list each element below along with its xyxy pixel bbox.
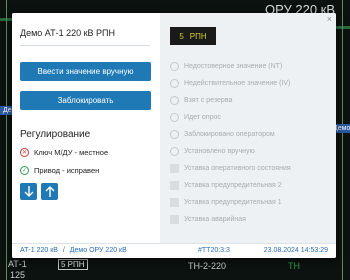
label-tn: ТН-2-220 (188, 261, 227, 271)
bus-right (336, 26, 350, 29)
divider (20, 45, 150, 46)
flag-label: Идет опрос (184, 114, 221, 121)
flag-label: Уставка предупредительная 2 (184, 182, 282, 189)
line (342, 0, 343, 280)
manual-input-button[interactable]: Ввести значение вручную (20, 62, 151, 81)
flag-icon (170, 62, 179, 71)
rpn-value: 5 (179, 31, 184, 41)
flag-icon (170, 79, 179, 88)
flag-label: Уставка предупредительная 1 (184, 199, 282, 206)
flag-icon (170, 130, 179, 139)
flag-item: Заблокировано оператором (170, 130, 275, 139)
flag-label: Уставка оперативного состояния (184, 165, 291, 172)
flag-item: Уставка предупредительная 2 (170, 181, 282, 190)
rpn-label: РПН (189, 31, 207, 41)
flag-item: Недостоверное значение (NT) (170, 62, 282, 71)
dialog-right-panel: × 5 РПН Недостоверное значение (NT) Неде… (160, 13, 336, 243)
block-button[interactable]: Заблокировать (20, 91, 151, 110)
label-tn2: ТН (288, 261, 300, 271)
x-circle-icon: ✕ (20, 148, 29, 157)
signal-dialog: Демо АТ-1 220 кВ РПН Ввести значение вру… (12, 13, 336, 258)
timestamp: 23.08.2024 14:53:29 (263, 247, 328, 254)
rpn-value-box: 5 РПН (170, 27, 216, 45)
breadcrumb-item[interactable]: АТ-1 220 кВ (20, 247, 58, 254)
check-circle-icon: ✓ (20, 166, 29, 175)
status-drive: ✓ Привод - исправен (20, 166, 99, 175)
flag-icon (170, 181, 179, 190)
arrow-up-icon (45, 186, 54, 197)
line (6, 0, 7, 280)
flag-item: Установлено вручную (170, 147, 255, 156)
dialog-footer: АТ-1 220 кВ / Демо ОРУ 220 кВ #TT20:3:3 … (12, 243, 336, 258)
breadcrumb-separator: / (62, 247, 65, 254)
label-125: 125 (10, 270, 26, 280)
status-key-text: Ключ М/ДУ - местное (34, 148, 109, 157)
step-down-button[interactable] (20, 183, 37, 200)
flag-icon (170, 198, 179, 207)
flag-item: Взят с резерва (170, 96, 232, 105)
flag-icon (170, 215, 179, 224)
flag-item: Уставка предупредительная 1 (170, 198, 282, 207)
flag-item: Недействительное значение (IV) (170, 79, 290, 88)
flag-item: Уставка оперативного состояния (170, 164, 291, 173)
close-icon[interactable]: × (327, 14, 332, 24)
flag-label: Недействительное значение (IV) (184, 80, 291, 87)
step-up-button[interactable] (41, 183, 58, 200)
flag-label: Уставка аварийная (184, 216, 246, 223)
flag-label: Взят с резерва (184, 97, 233, 104)
breadcrumb: АТ-1 220 кВ / Демо ОРУ 220 кВ (20, 247, 127, 254)
flag-icon (170, 96, 179, 105)
status-key: ✕ Ключ М/ДУ - местное (20, 148, 108, 157)
flag-item: Уставка аварийная (170, 215, 246, 224)
dialog-left-panel: Демо АТ-1 220 кВ РПН Ввести значение вру… (12, 13, 160, 243)
label-at: АТ-1 (8, 259, 27, 269)
regulation-title: Регулирование (20, 129, 91, 140)
flag-label: Установлено вручную (184, 148, 255, 155)
dialog-title: Демо АТ-1 220 кВ РПН (20, 28, 116, 38)
arrow-down-icon (24, 186, 33, 197)
signal-tag: #TT20:3:3 (198, 247, 230, 254)
flag-icon (170, 147, 179, 156)
breadcrumb-item[interactable]: Демо ОРУ 220 кВ (70, 247, 127, 254)
flag-icon (170, 164, 179, 173)
status-drive-text: Привод - исправен (34, 166, 100, 175)
flag-label: Недостоверное значение (NT) (184, 63, 283, 70)
flag-label: Заблокировано оператором (184, 131, 275, 138)
rpn-indicator[interactable]: 5 РПН (58, 259, 88, 270)
flag-icon (170, 113, 179, 122)
flag-item: Идет опрос (170, 113, 221, 122)
